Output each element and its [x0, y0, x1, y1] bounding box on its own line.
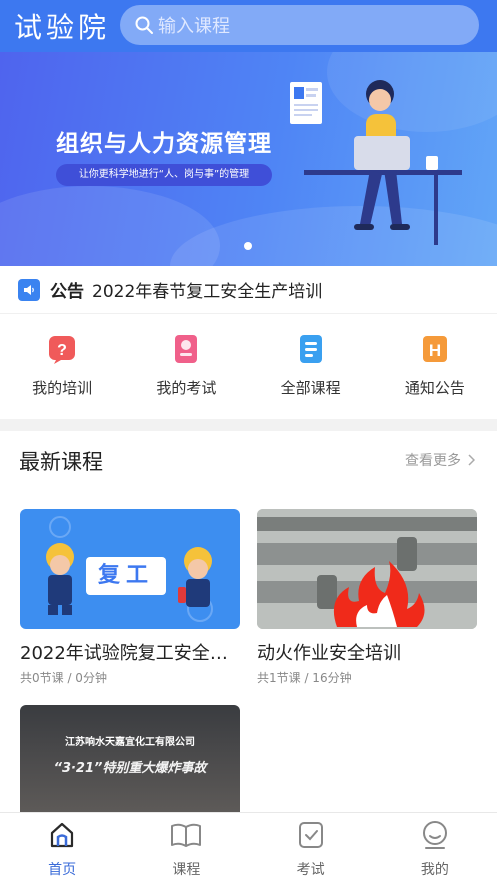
menu-all-courses[interactable]: 全部课程 [249, 315, 373, 419]
chevron-right-icon [468, 454, 475, 466]
section-title: 最新课程 [19, 450, 103, 474]
bottom-tab-bar: 首页 课程 考试 我的 [0, 812, 497, 883]
course-meta: 共1节课 / 16分钟 [257, 671, 352, 685]
notice-tag: 公告 [50, 282, 84, 302]
tab-exams[interactable]: 考试 [249, 813, 373, 883]
notice-h-icon: H [422, 336, 447, 362]
carousel-dot-active[interactable] [244, 242, 252, 250]
course-thumbnail[interactable]: 江苏响水天嘉宜化工有限公司 “3·21”特别重大爆炸事故 [20, 705, 240, 812]
tab-home[interactable]: 首页 [0, 813, 124, 883]
view-more-label: 查看更多 [405, 453, 461, 469]
promo-banner[interactable]: 组织与人力资源管理 让你更科学地进行“人、岗与事”的管理 [0, 52, 497, 266]
tab-profile[interactable]: 我的 [373, 813, 497, 883]
search-input[interactable]: 输入课程 [120, 5, 479, 45]
course-thumbnail[interactable]: 复工 [20, 509, 240, 629]
course-card[interactable]: 动火作业安全培训 共1节课 / 16分钟 [257, 509, 477, 686]
tab-courses[interactable]: 课程 [124, 813, 248, 883]
quick-menu: ? 我的培训 我的考试 全部课程 H 通知公告 [0, 315, 497, 419]
menu-label: 我的考试 [156, 379, 217, 397]
search-placeholder: 输入课程 [158, 16, 230, 37]
speaker-icon [18, 278, 40, 301]
svg-text:H: H [429, 341, 441, 360]
thumbnail-text: 复工 [97, 563, 154, 588]
banner-title: 组织与人力资源管理 [56, 131, 272, 157]
exam-icon [175, 335, 198, 363]
tab-label: 我的 [420, 862, 449, 878]
tab-label: 首页 [48, 862, 77, 878]
course-title[interactable]: 动火作业安全培训 [257, 639, 477, 665]
pipe-fire-illustration [257, 509, 477, 629]
top-header: 试验院 输入课程 [0, 0, 497, 52]
profile-icon [422, 821, 447, 849]
menu-my-training[interactable]: ? 我的培训 [0, 315, 124, 419]
question-icon: ? [49, 336, 76, 364]
menu-label: 通知公告 [404, 379, 465, 397]
search-icon [135, 16, 153, 34]
menu-my-exams[interactable]: 我的考试 [124, 315, 248, 419]
menu-notices[interactable]: H 通知公告 [373, 315, 497, 419]
home-icon [51, 822, 74, 848]
section-divider [0, 419, 497, 431]
app-title: 试验院 [14, 11, 111, 44]
course-list-icon [299, 335, 322, 363]
tab-label: 课程 [172, 862, 201, 878]
notice-bar[interactable]: 公告 2022年春节复工安全生产培训 [0, 266, 497, 314]
view-more-link[interactable]: 查看更多 [405, 450, 475, 470]
tab-label: 考试 [296, 862, 325, 878]
course-meta: 共0节课 / 0分钟 [20, 671, 107, 685]
course-card[interactable]: 复工 2022年试验院复工安全生产培训 共0节课 / 0分钟 [20, 509, 240, 686]
notice-text[interactable]: 2022年春节复工安全生产培训 [92, 277, 322, 302]
book-icon [171, 823, 202, 847]
menu-label: 我的培训 [32, 379, 93, 397]
exam-check-icon [298, 822, 323, 848]
course-card[interactable]: 江苏响水天嘉宜化工有限公司 “3·21”特别重大爆炸事故 [20, 705, 240, 812]
course-title[interactable]: 2022年试验院复工安全生产培训 [20, 639, 240, 665]
thumbnail-caption-line2: “3·21”特别重大爆炸事故 [53, 761, 207, 776]
menu-label: 全部课程 [280, 379, 341, 397]
course-thumbnail[interactable] [257, 509, 477, 629]
person-at-laptop-illustration [290, 80, 462, 245]
svg-text:?: ? [57, 342, 67, 359]
banner-subtitle: 让你更科学地进行“人、岗与事”的管理 [56, 164, 272, 186]
thumbnail-caption-line1: 江苏响水天嘉宜化工有限公司 [65, 737, 195, 748]
